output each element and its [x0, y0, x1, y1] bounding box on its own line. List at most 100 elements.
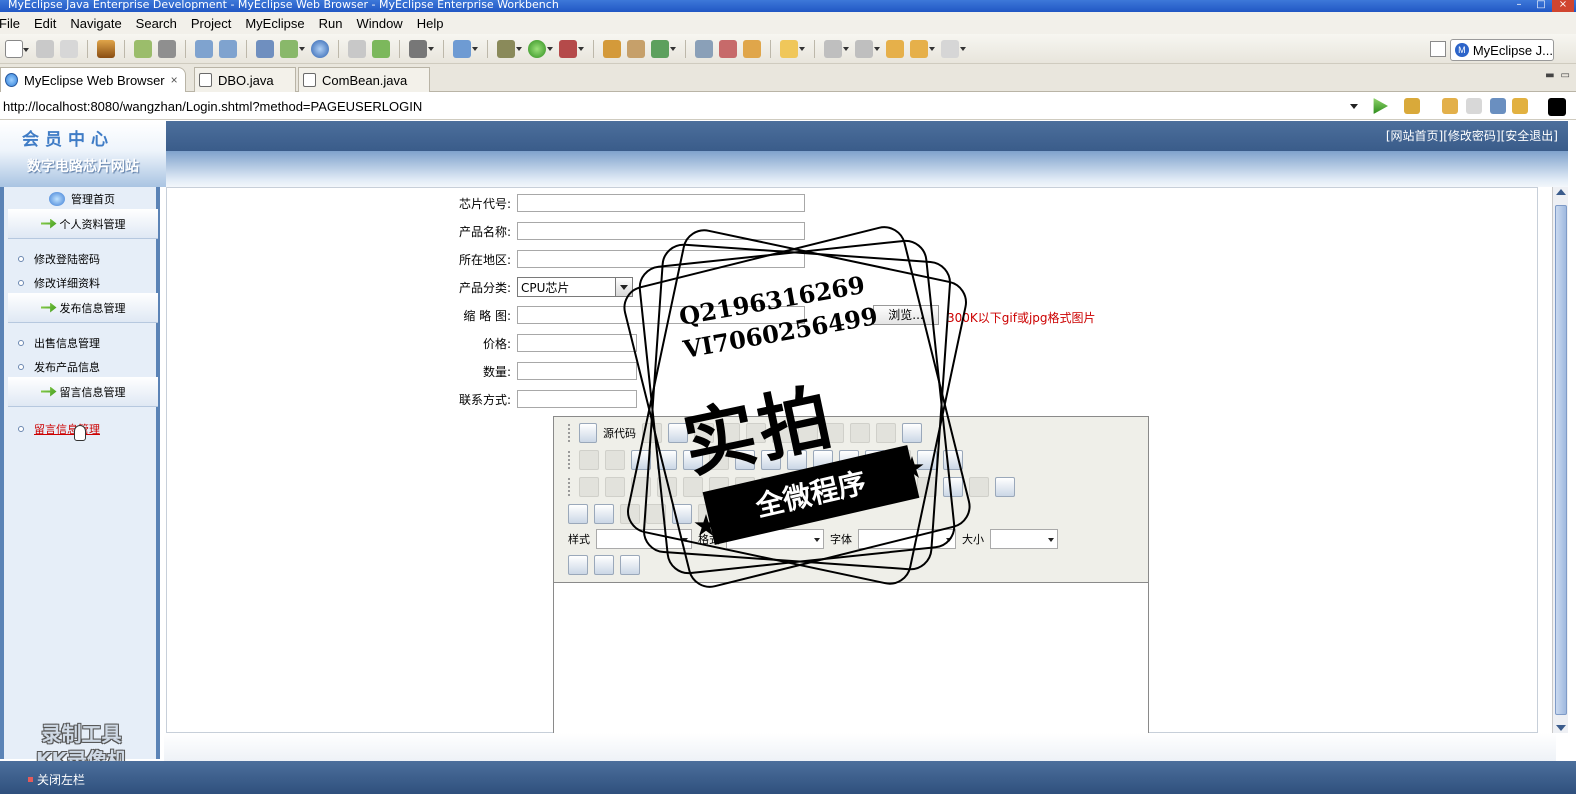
menu-project[interactable]: Project — [184, 16, 238, 31]
browser-refresh-icon[interactable] — [1512, 98, 1528, 114]
nav-item-edit-details[interactable]: 修改详细资料 — [18, 275, 100, 291]
minimize-view-icon[interactable]: ▬ — [1545, 70, 1554, 81]
nav-section-profile[interactable]: 个人资料管理 — [8, 209, 158, 239]
stop-icon[interactable] — [1490, 98, 1506, 114]
menu-run[interactable]: Run — [312, 16, 350, 31]
close-left-panel[interactable]: 关闭左栏 — [28, 771, 85, 788]
url-history-dropdown-icon[interactable] — [1350, 104, 1358, 113]
menu-search[interactable]: Search — [129, 16, 184, 31]
globe-icon[interactable] — [311, 39, 329, 58]
chip-code-input[interactable] — [517, 194, 805, 212]
size-select[interactable] — [990, 529, 1058, 549]
tomcat-icon[interactable] — [256, 39, 274, 58]
menu-file[interactable]: File — [0, 16, 27, 31]
package-icon[interactable] — [97, 39, 115, 58]
close-window-button[interactable]: × — [1552, 0, 1574, 12]
new-ejb-icon[interactable] — [627, 39, 645, 58]
source-icon[interactable] — [579, 423, 597, 443]
url-input[interactable] — [0, 96, 1360, 116]
new-class-icon[interactable] — [453, 39, 478, 58]
nav-item-change-login-password[interactable]: 修改登陆密码 — [18, 251, 100, 267]
nav-item-message-manage[interactable]: 留言信息管理 — [18, 421, 100, 437]
redeploy-icon[interactable] — [219, 39, 237, 58]
menu-edit[interactable]: Edit — [27, 16, 63, 31]
price-label: 价格: — [482, 336, 511, 351]
tab-label: MyEclipse Web Browser — [24, 72, 165, 88]
prev-annotation-icon[interactable] — [855, 39, 880, 58]
open-type-icon[interactable] — [695, 39, 713, 58]
browser-back-icon[interactable] — [1442, 98, 1458, 114]
link-site-home[interactable]: [网站首页] — [1386, 127, 1443, 144]
open-perspective-icon[interactable] — [1430, 41, 1446, 57]
refresh-icon[interactable] — [651, 39, 676, 58]
site-logo: 会员中心 数字电路芯片网站 — [0, 121, 166, 187]
next-annotation-icon[interactable] — [824, 39, 849, 58]
menu-navigate[interactable]: Navigate — [63, 16, 128, 31]
myeclipse-logo-icon: M — [1455, 43, 1469, 57]
maximize-view-icon[interactable]: ▭ — [1561, 70, 1570, 81]
toolbar-grip — [568, 451, 571, 469]
favorites-icon[interactable] — [1404, 98, 1420, 114]
tab-dbo-java[interactable]: DBO.java — [194, 67, 296, 92]
scroll-up-icon[interactable] — [1556, 189, 1566, 195]
forward-icon[interactable] — [941, 39, 966, 58]
anchor-icon[interactable] — [995, 477, 1015, 497]
nav-home[interactable]: 管理首页 — [49, 191, 115, 207]
unlink-icon[interactable] — [969, 477, 989, 497]
last-edit-icon[interactable] — [886, 39, 904, 58]
rocket-icon[interactable] — [719, 39, 737, 58]
link-logout[interactable]: [安全退出] — [1501, 127, 1558, 144]
tab-web-browser[interactable]: MyEclipse Web Browser × — [0, 67, 186, 92]
flash-icon[interactable] — [594, 504, 614, 524]
folder-icon[interactable] — [780, 39, 805, 58]
deploy-icon[interactable] — [195, 39, 213, 58]
minimize-button[interactable]: – — [1508, 0, 1530, 12]
green-arrow-icon — [40, 386, 57, 397]
view-source-icon[interactable] — [1548, 98, 1566, 116]
nav-section-publish[interactable]: 发布信息管理 — [8, 293, 158, 323]
link-change-password[interactable]: [修改密码] — [1443, 127, 1500, 144]
perspective-switcher[interactable]: M MyEclipse J... — [1450, 39, 1554, 61]
text-color-icon[interactable] — [568, 555, 588, 575]
menu-myeclipse[interactable]: MyEclipse — [238, 16, 311, 31]
nav-section-title: 发布信息管理 — [59, 301, 126, 315]
back-icon[interactable] — [910, 39, 935, 58]
close-tab-icon[interactable]: × — [171, 73, 178, 87]
debug-icon[interactable] — [134, 39, 152, 58]
print-icon[interactable] — [60, 39, 78, 58]
bg-color-icon[interactable] — [594, 555, 614, 575]
maximize-button[interactable]: □ — [1530, 0, 1552, 12]
left-navigation: 管理首页 个人资料管理 修改登陆密码 修改详细资料 发布信息管理 出售信息管理 … — [0, 187, 160, 772]
main-toolbar — [0, 34, 1576, 64]
undo-icon[interactable] — [579, 450, 599, 470]
launch-icon[interactable] — [280, 39, 305, 58]
browser-forward-icon[interactable] — [1466, 98, 1482, 114]
row-price: 价格: — [455, 334, 637, 352]
nav-item-publish-product[interactable]: 发布产品信息 — [18, 359, 100, 375]
contact-label: 联系方式: — [458, 392, 511, 407]
debug-run-icon[interactable] — [497, 39, 522, 58]
nav-section-messages[interactable]: 留言信息管理 — [8, 377, 158, 407]
server-icon[interactable] — [158, 39, 176, 58]
menu-help[interactable]: Help — [410, 16, 451, 31]
insert-image-icon[interactable] — [568, 504, 588, 524]
camera-icon[interactable] — [409, 39, 434, 58]
add-icon[interactable] — [372, 39, 390, 58]
box-icon[interactable] — [743, 39, 761, 58]
new-web-project-icon[interactable] — [603, 39, 621, 58]
scroll-down-icon[interactable] — [1556, 725, 1566, 731]
page-scrollbar[interactable] — [1552, 187, 1568, 733]
cut-icon[interactable] — [348, 39, 366, 58]
new-icon[interactable] — [5, 39, 29, 58]
toolbar-separator — [443, 39, 444, 58]
external-tools-icon[interactable] — [559, 39, 584, 58]
scroll-thumb[interactable] — [1555, 205, 1567, 715]
menu-window[interactable]: Window — [349, 16, 409, 31]
nav-item-sales-info[interactable]: 出售信息管理 — [18, 335, 100, 351]
save-icon[interactable] — [36, 39, 54, 58]
run-icon[interactable] — [528, 39, 553, 58]
bold-icon[interactable] — [579, 477, 599, 497]
style-label: 样式 — [568, 533, 590, 546]
tab-combean-java[interactable]: ComBean.java — [298, 67, 430, 92]
nav-home-label: 管理首页 — [71, 193, 115, 206]
